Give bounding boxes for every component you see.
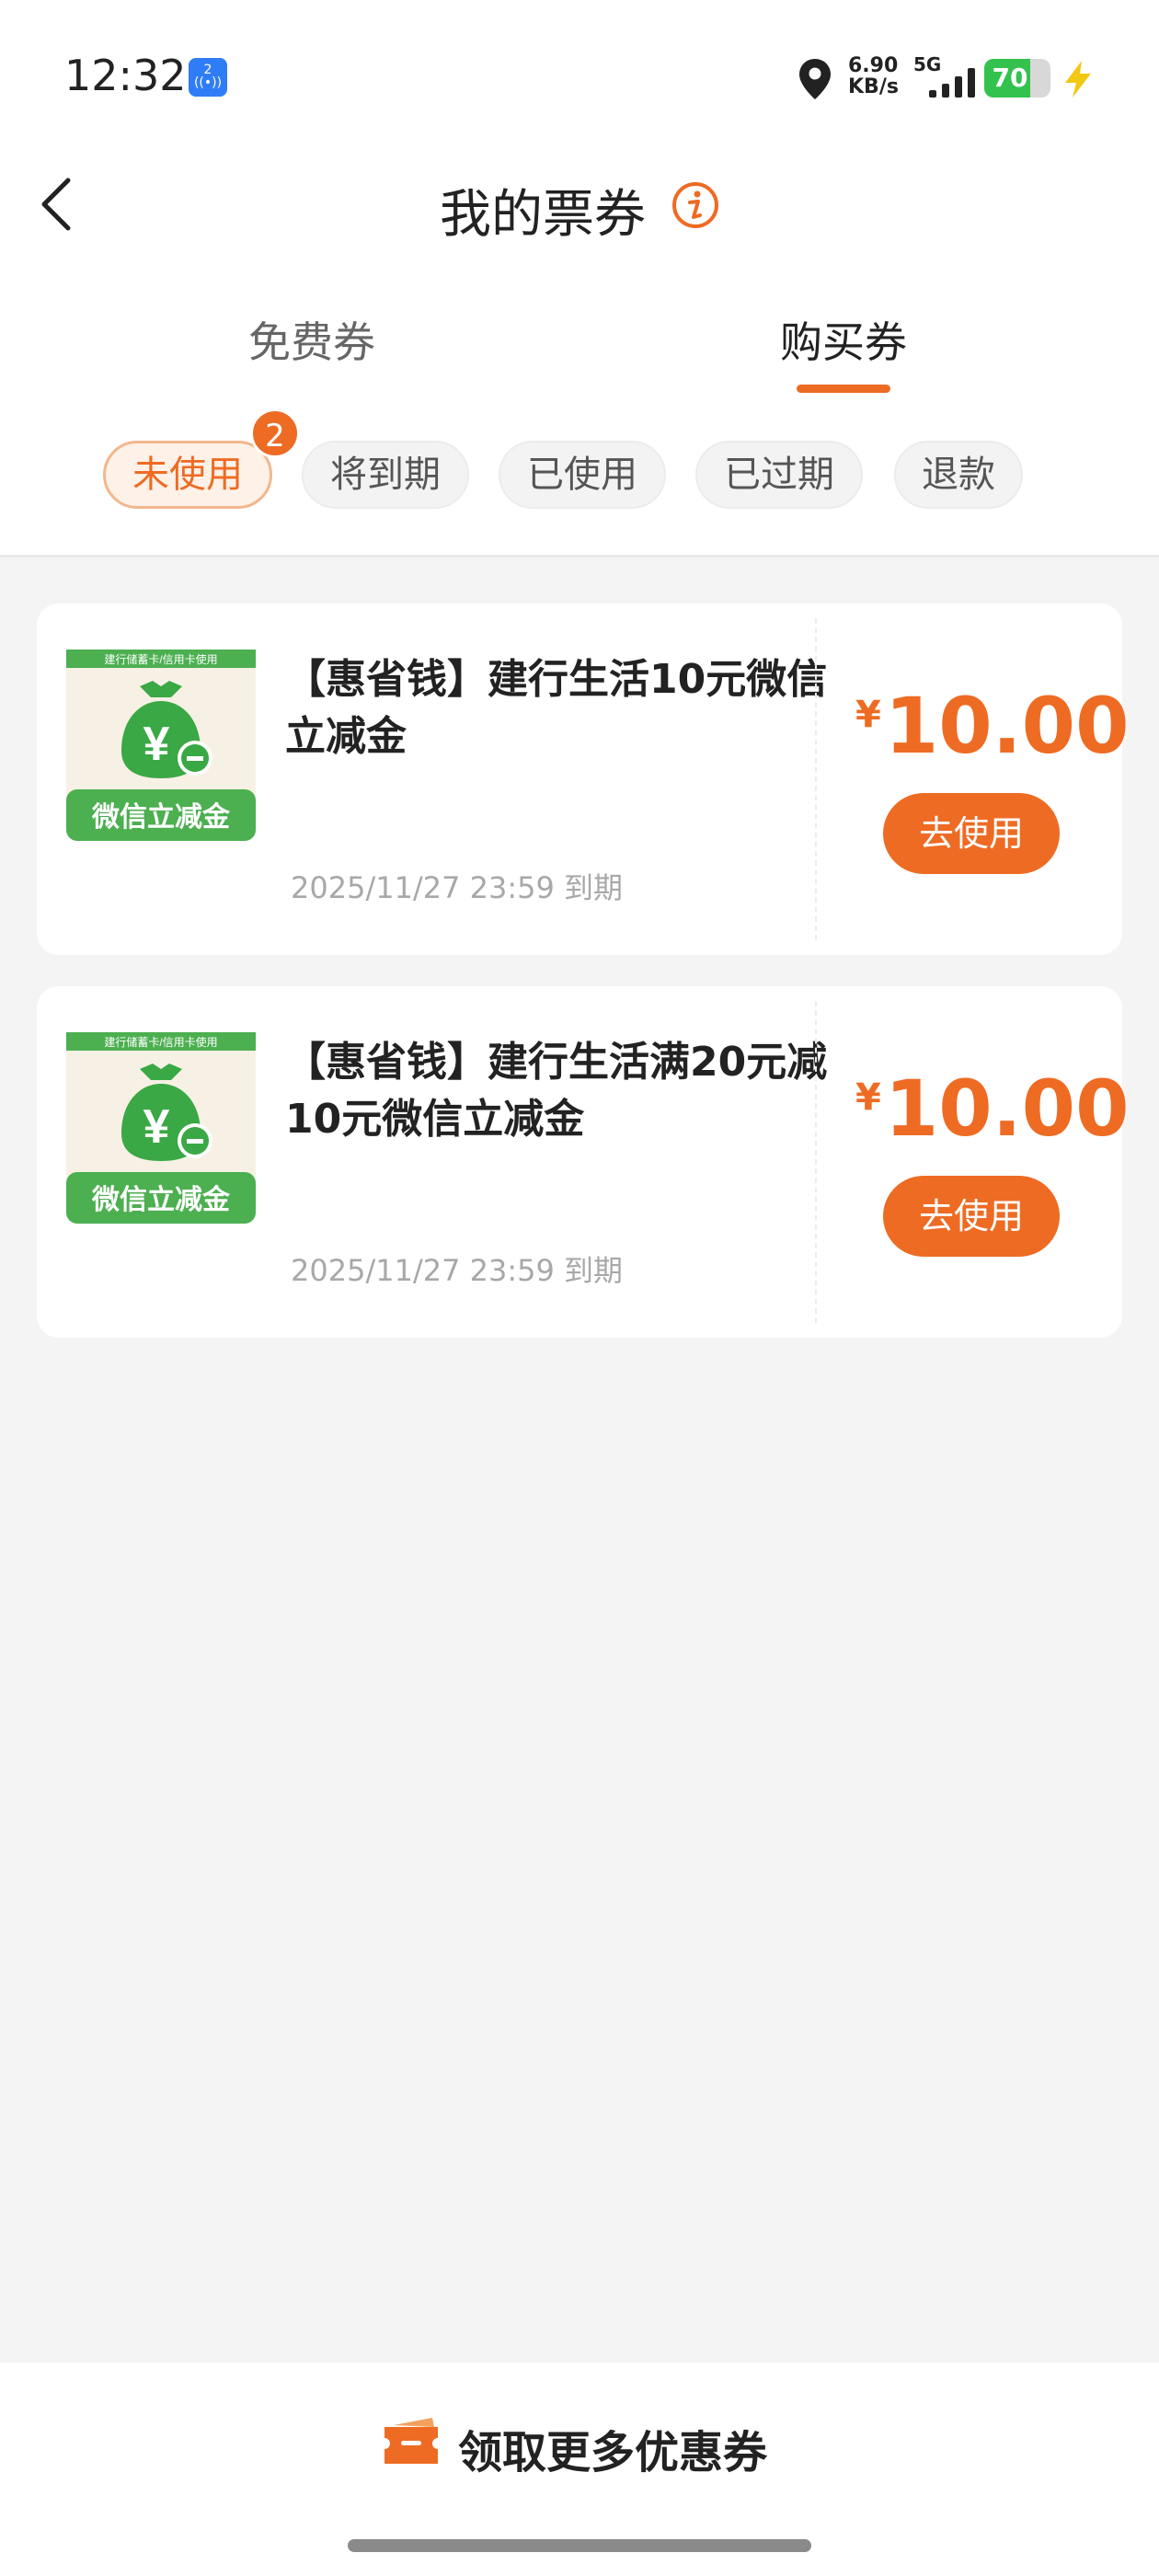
thumb-top-text: 建行储蓄卡/信用卡使用: [104, 652, 217, 666]
filter-expiring[interactable]: 将到期: [302, 441, 469, 509]
wechat-discount-thumbnail: 建行储蓄卡/信用卡使用 ¥ 微信立减金: [66, 650, 256, 841]
filter-expired[interactable]: 已过期: [695, 441, 863, 509]
network-speed-value: 6.90: [848, 54, 899, 77]
nfc-badge-count: 2: [203, 63, 212, 77]
thumb-label: 微信立减金: [91, 801, 231, 833]
currency-symbol: ¥: [855, 694, 881, 736]
unused-count-badge: 2: [250, 408, 300, 458]
top-panel: 12:32 2 ((•)) 6.90 KB/s 5G 70 我的票券 免费券 购买…: [0, 0, 1159, 558]
status-time: 12:32: [64, 51, 187, 100]
use-coupon-button[interactable]: 去使用: [883, 793, 1060, 874]
tab-purchased-coupons[interactable]: 购买券: [780, 309, 907, 370]
coupon-card[interactable]: 建行储蓄卡/信用卡使用 ¥ 微信立减金 【惠省钱】建行生活满20元减10元微信立…: [37, 986, 1130, 1338]
battery-icon: 70: [984, 59, 1050, 98]
active-tab-indicator: [797, 385, 890, 393]
price-value: 10.00: [884, 681, 1130, 771]
coupon-card[interactable]: 建行储蓄卡/信用卡使用 ¥ 微信立减金 【惠省钱】建行生活10元微信立减金 20…: [37, 604, 1130, 955]
filter-used[interactable]: 已使用: [499, 441, 666, 509]
thumb-label: 微信立减金: [91, 1184, 231, 1215]
svg-text:¥: ¥: [143, 718, 170, 771]
chevron-left-icon[interactable]: [35, 175, 77, 234]
card-divider: [815, 1001, 817, 1323]
filter-refund[interactable]: 退款: [894, 441, 1023, 509]
network-speed-unit: KB/s: [848, 75, 899, 98]
ticket-icon[interactable]: [381, 2416, 442, 2467]
page-title: 我的票券: [440, 185, 646, 245]
coupon-expiry: 2025/11/27 23:59 到期: [291, 870, 624, 905]
svg-text:¥: ¥: [143, 1100, 170, 1154]
network-speed: 6.90 KB/s: [848, 55, 899, 98]
coupon-title: 【惠省钱】建行生活10元微信立减金: [285, 656, 828, 760]
coupon-price: ¥10.00: [855, 1064, 1130, 1154]
nfc-icon: 2 ((•)): [189, 58, 227, 97]
coupon-price: ¥10.00: [855, 681, 1130, 771]
home-indicator[interactable]: [348, 2539, 811, 2552]
coupon-expiry: 2025/11/27 23:59 到期: [291, 1253, 624, 1288]
bottom-bar: 领取更多优惠券: [0, 2363, 1159, 2576]
price-value: 10.00: [884, 1064, 1130, 1154]
get-more-coupons-link[interactable]: 领取更多优惠券: [458, 2416, 767, 2480]
location-icon: [799, 59, 831, 99]
filter-unused[interactable]: 未使用: [103, 441, 272, 509]
coupon-title: 【惠省钱】建行生活满20元减10元微信立减金: [285, 1039, 828, 1143]
use-coupon-button[interactable]: 去使用: [883, 1176, 1060, 1257]
signal-icon: [929, 68, 975, 98]
card-divider: [815, 618, 817, 940]
wechat-discount-thumbnail: 建行储蓄卡/信用卡使用 ¥ 微信立减金: [66, 1032, 256, 1224]
currency-symbol: ¥: [855, 1076, 881, 1119]
charging-bolt-icon: [1065, 61, 1091, 98]
thumb-top-text: 建行储蓄卡/信用卡使用: [104, 1035, 217, 1049]
info-icon[interactable]: [671, 181, 719, 229]
tab-free-coupons[interactable]: 免费券: [248, 309, 375, 370]
battery-level: 70: [992, 63, 1028, 93]
